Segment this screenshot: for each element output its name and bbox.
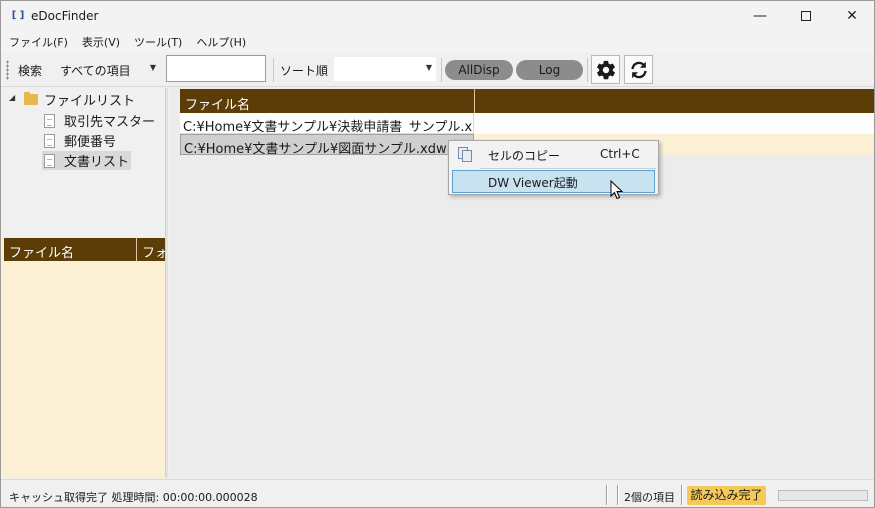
toolbar: 検索 すべての項目 ▼ ソート順 ▼ AllDisp Log [1,52,874,87]
column-header-filename[interactable]: ファイル名 [4,238,137,261]
column-header-folder[interactable]: フォルダ [137,238,165,261]
refresh-icon [630,61,647,78]
menu-help[interactable]: ヘルプ(H) [192,31,250,52]
alldisp-button[interactable]: AllDisp [445,60,513,80]
settings-button[interactable] [591,55,620,84]
menu-item-label: セルのコピー [488,149,561,163]
refresh-button[interactable] [624,55,653,84]
status-separator [606,485,608,505]
chevron-down-icon: ▼ [149,63,156,72]
status-separator [617,485,619,505]
close-button[interactable]: ✕ [829,1,875,31]
menu-bar: ファイル(F) 表示(V) ツール(T) ヘルプ(H) [1,31,874,52]
menu-divider [480,168,656,169]
app-icon: [ ] [11,10,25,21]
menu-view[interactable]: 表示(V) [78,31,124,52]
menu-item-shortcut: Ctrl+C [600,147,640,161]
left-file-list[interactable]: ファイル名 フォルダ [2,238,165,478]
minimize-button[interactable]: — [737,1,783,31]
sort-label: ソート順 [280,64,329,78]
filename-cell[interactable]: C:¥Home¥文書サンプル¥決裁申請書_サンプル.xdw [180,113,474,134]
item-count: 2個の項目 [624,491,675,504]
progress-bar [778,490,868,501]
toolbar-grip[interactable] [6,60,9,80]
menu-file[interactable]: ファイル(F) [5,31,72,52]
status-separator [681,485,683,505]
copy-icon [458,147,472,162]
copy-cell-menu-item[interactable]: セルのコピー Ctrl+C [452,143,655,166]
grid-header: ファイル名 [180,89,874,113]
document-icon [44,133,55,148]
menu-item-label: DW Viewer起動 [488,176,578,190]
document-icon [44,113,55,128]
window-title: eDocFinder [31,9,99,23]
search-label: 検索 [18,64,43,78]
tree-root-item[interactable]: ファイルリスト [24,90,135,109]
document-icon [44,153,55,168]
menu-tools[interactable]: ツール(T) [130,31,186,52]
tree-item-document-list[interactable]: 文書リスト [42,151,132,170]
filename-cell[interactable]: C:¥Home¥文書サンプル¥図面サンプル.xdw [180,134,474,155]
file-tree: ◢ ファイルリスト 取引先マスター 郵便番号 文書リスト [2,88,165,238]
tree-item-postal-code[interactable]: 郵便番号 [44,131,116,150]
tree-item-label: 取引先マスター [64,115,156,130]
mouse-cursor-icon [610,180,624,200]
tree-expand-icon[interactable]: ◢ [9,93,15,102]
panel-splitter[interactable] [165,88,168,478]
tree-item-label: 郵便番号 [64,135,117,150]
maximize-icon [801,11,811,21]
search-input[interactable] [166,55,266,82]
status-bar: キャッシュ取得完了 処理時間: 00:00:00.000028 2個の項目 読み… [1,479,874,507]
sort-dropdown[interactable]: ▼ [334,57,436,81]
left-list-header: ファイル名 フォルダ [4,238,165,261]
status-message: キャッシュ取得完了 処理時間: 00:00:00.000028 [9,491,258,504]
tree-item-label: 文書リスト [64,155,130,170]
tree-item-partner-master[interactable]: 取引先マスター [44,111,155,130]
search-scope-value: すべての項目 [60,64,131,78]
log-button[interactable]: Log [516,60,583,80]
toolbar-separator [441,58,442,82]
title-bar[interactable]: [ ] eDocFinder — ✕ [1,1,874,31]
table-row[interactable]: C:¥Home¥文書サンプル¥決裁申請書_サンプル.xdw [180,113,874,134]
status-badge: 読み込み完了 [687,486,766,505]
maximize-button[interactable] [783,1,829,31]
tree-root-label: ファイルリスト [44,94,136,109]
toolbar-separator [587,58,588,82]
launch-dw-viewer-menu-item[interactable]: DW Viewer起動 [452,170,655,193]
context-menu: セルのコピー Ctrl+C DW Viewer起動 [448,140,659,195]
app-window: [ ] eDocFinder — ✕ ファイル(F) 表示(V) ツール(T) … [0,0,875,508]
search-scope-dropdown[interactable]: すべての項目 ▼ [56,57,160,81]
gear-icon [596,60,615,79]
chevron-down-icon: ▼ [425,63,432,72]
column-header-filename[interactable]: ファイル名 [180,89,475,113]
folder-icon [24,92,38,105]
toolbar-separator [273,58,274,82]
